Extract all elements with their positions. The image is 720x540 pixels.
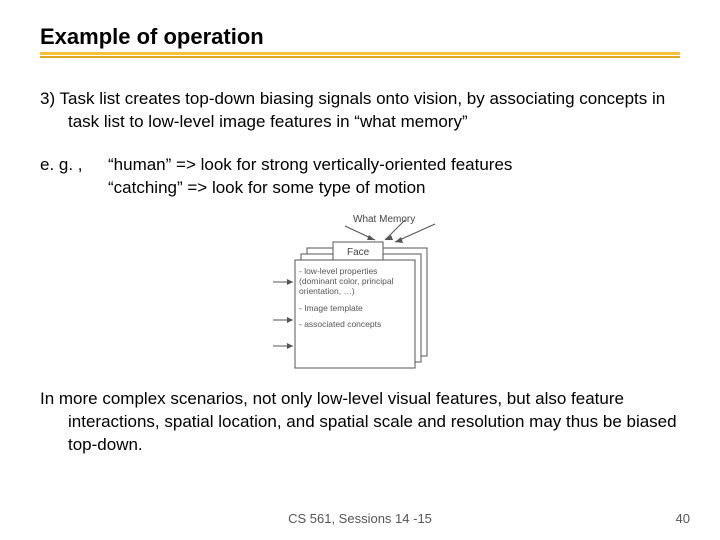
diagram-bullet-1: - low-level properties (dominant color, … [299,266,411,297]
example-line-1: “human” => look for strong vertically-or… [108,154,680,177]
example-row: e. g. , “human” => look for strong verti… [40,154,680,200]
slide-title: Example of operation [40,24,680,50]
body-paragraph-2: In more complex scenarios, not only low-… [68,388,680,457]
diagram-top-label: What Memory [353,214,415,225]
diagram-bullet-3: - associated concepts [299,319,411,329]
example-label: e. g. , [40,154,108,200]
example-line-2: “catching” => look for some type of moti… [108,177,680,200]
slide-footer: CS 561, Sessions 14 -15 [0,511,720,526]
diagram-bullet-2: - Image template [299,302,411,312]
page-number: 40 [676,511,690,526]
what-memory-diagram: What Memory Face - low-le [40,210,680,370]
body-paragraph-1: 3) Task list creates top-down biasing si… [68,88,680,134]
title-underline [40,52,680,60]
diagram-card-title: Face [347,247,370,258]
